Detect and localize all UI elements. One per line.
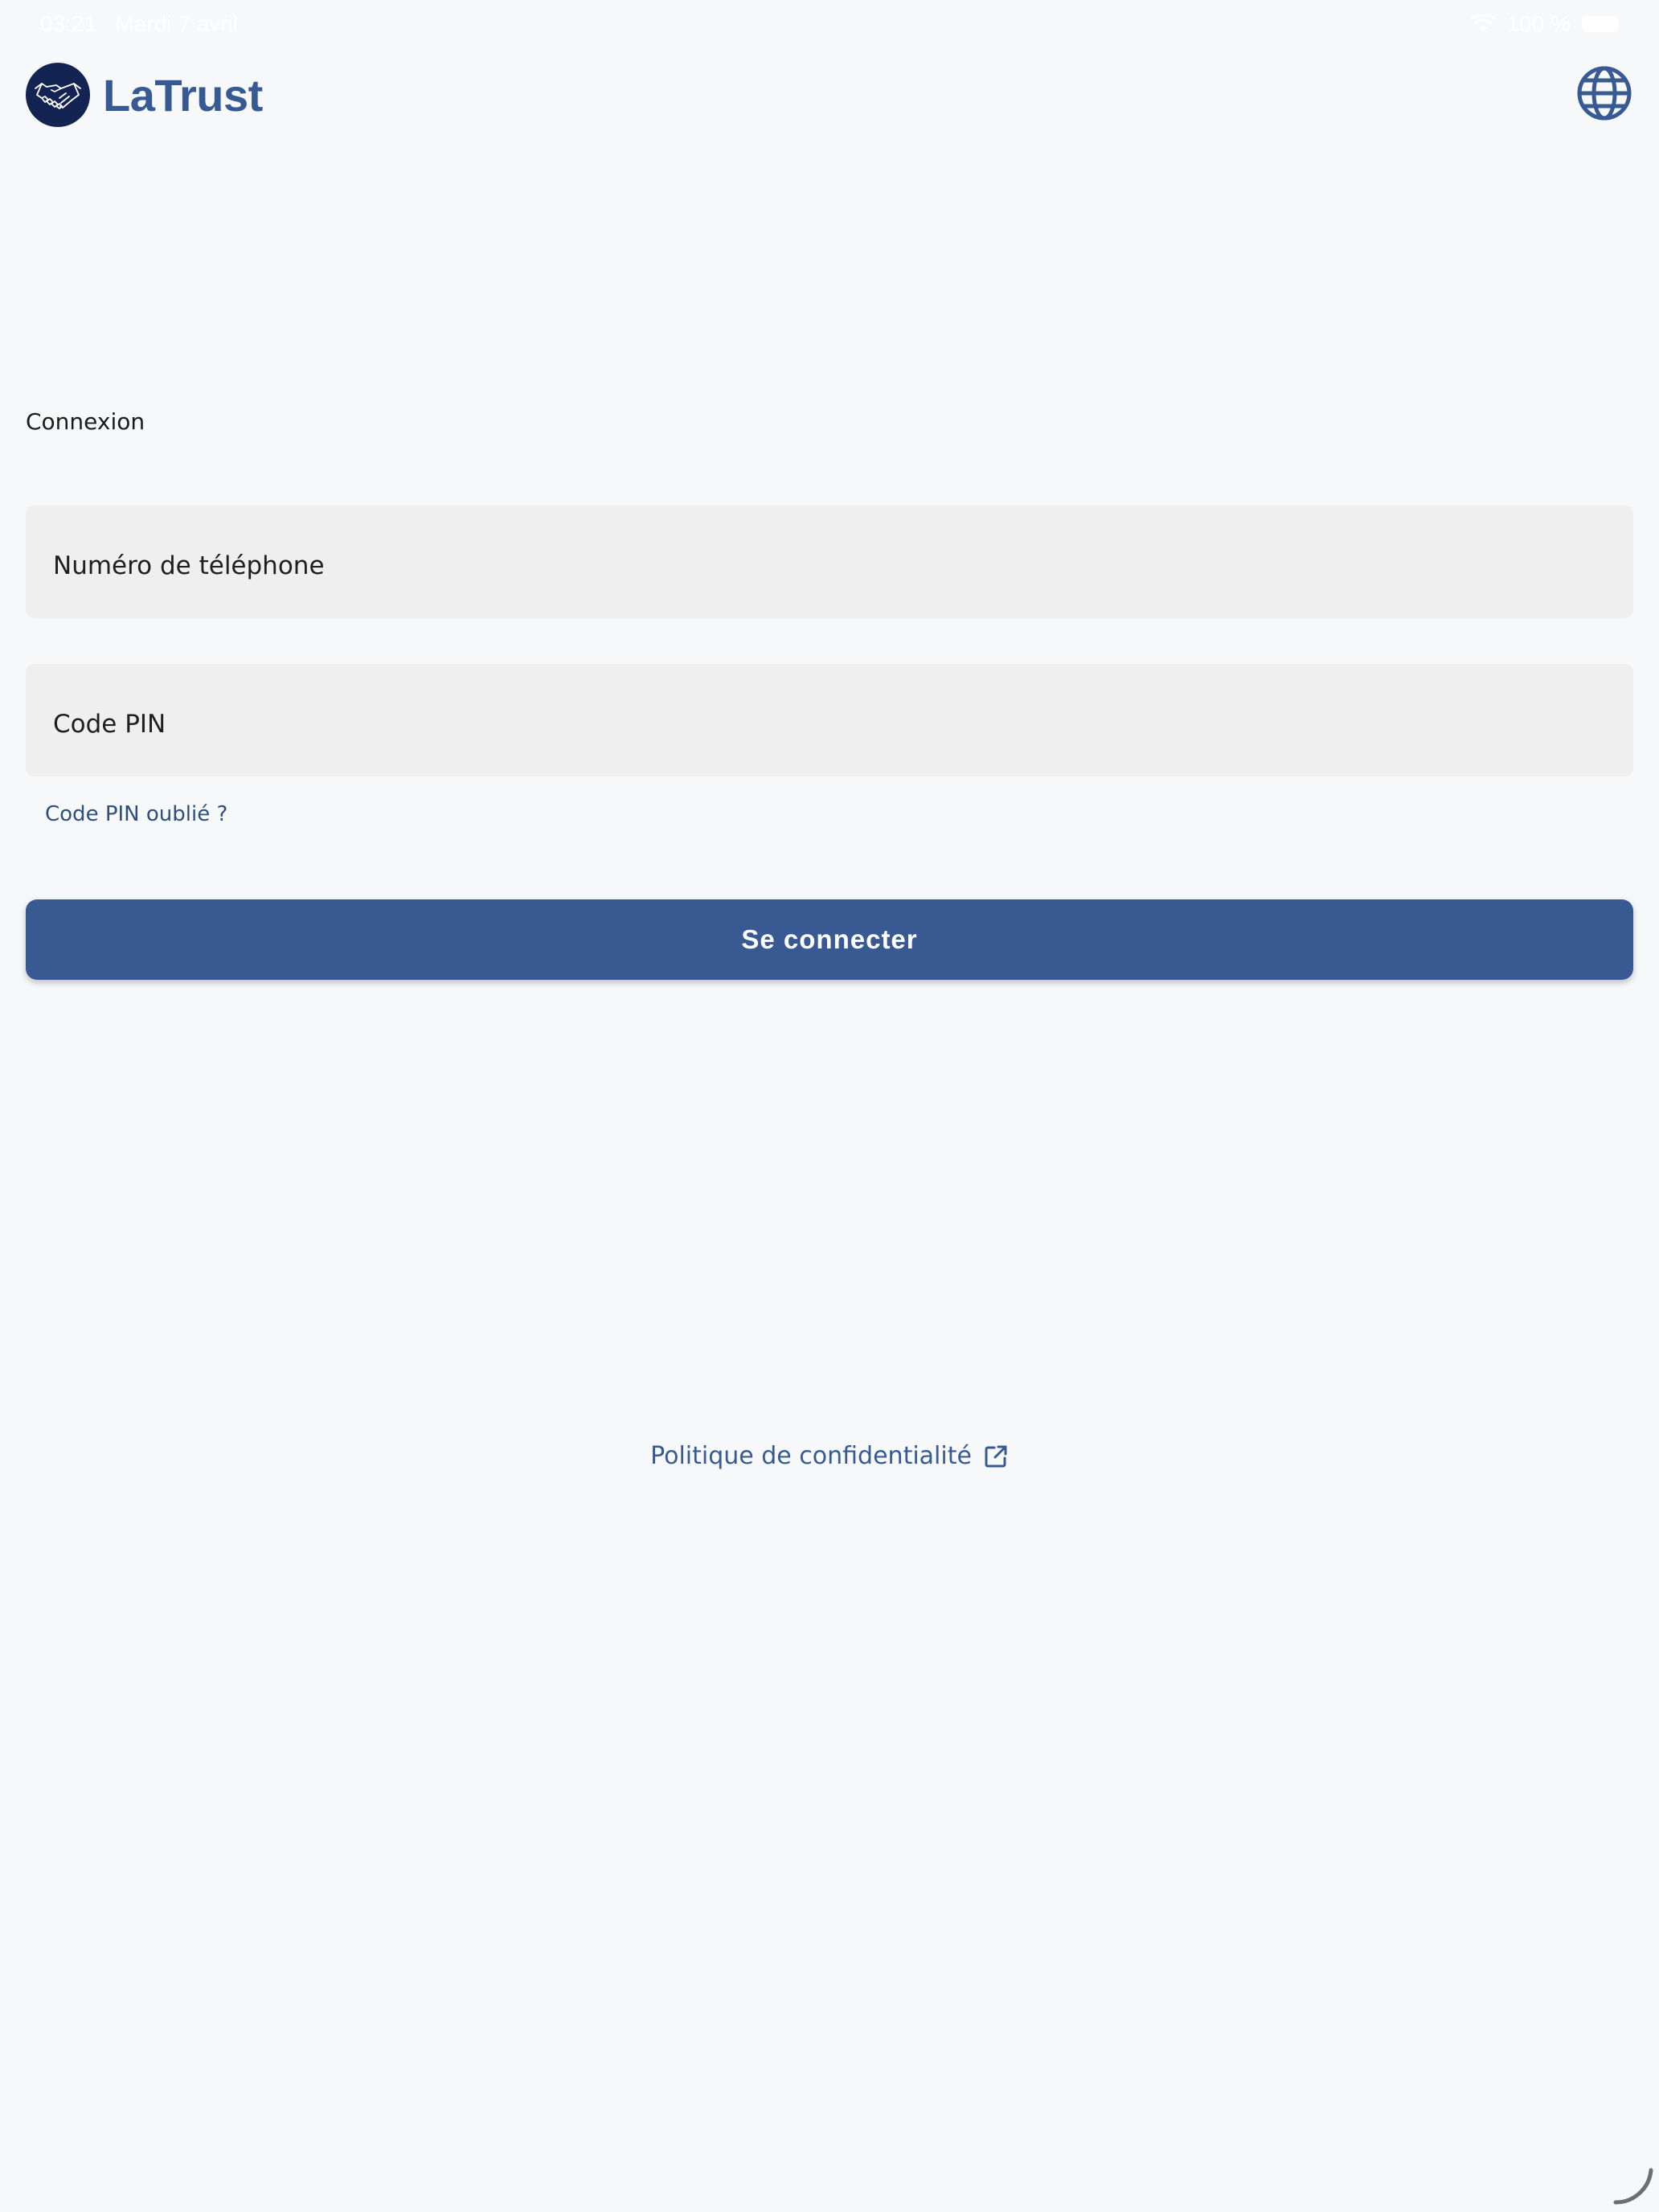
loading-spinner-icon [1613,2168,1653,2205]
page-title: Connexion [26,408,145,435]
app-header: LaTrust [26,63,1633,130]
status-indicators: 100 % [1469,11,1619,37]
phone-field[interactable] [26,506,1633,618]
status-bar: 03:21 Mardi 7 avril 100 % [0,0,1659,48]
phone-input[interactable] [51,543,1608,581]
handshake-icon [26,63,90,127]
forgot-pin-link[interactable]: Code PIN oublié ? [45,802,227,826]
pin-input[interactable] [51,701,1608,739]
status-clock: 03:21 [40,11,97,36]
external-link-icon[interactable] [983,1444,1009,1469]
wifi-icon [1469,14,1496,32]
brand: LaTrust [26,63,263,127]
status-time: 03:21 Mardi 7 avril [40,11,238,37]
privacy-policy-link[interactable]: Politique de confidentialité [0,1442,1659,1470]
login-button[interactable]: Se connecter [26,899,1633,980]
battery-level: 100 % [1506,11,1571,36]
pin-field[interactable] [26,664,1633,776]
globe-icon[interactable] [1575,64,1633,122]
battery-icon [1582,16,1619,32]
brand-name: LaTrust [103,69,263,121]
privacy-policy-label[interactable]: Politique de confidentialité [650,1442,972,1470]
status-date: Mardi 7 avril [115,11,238,36]
